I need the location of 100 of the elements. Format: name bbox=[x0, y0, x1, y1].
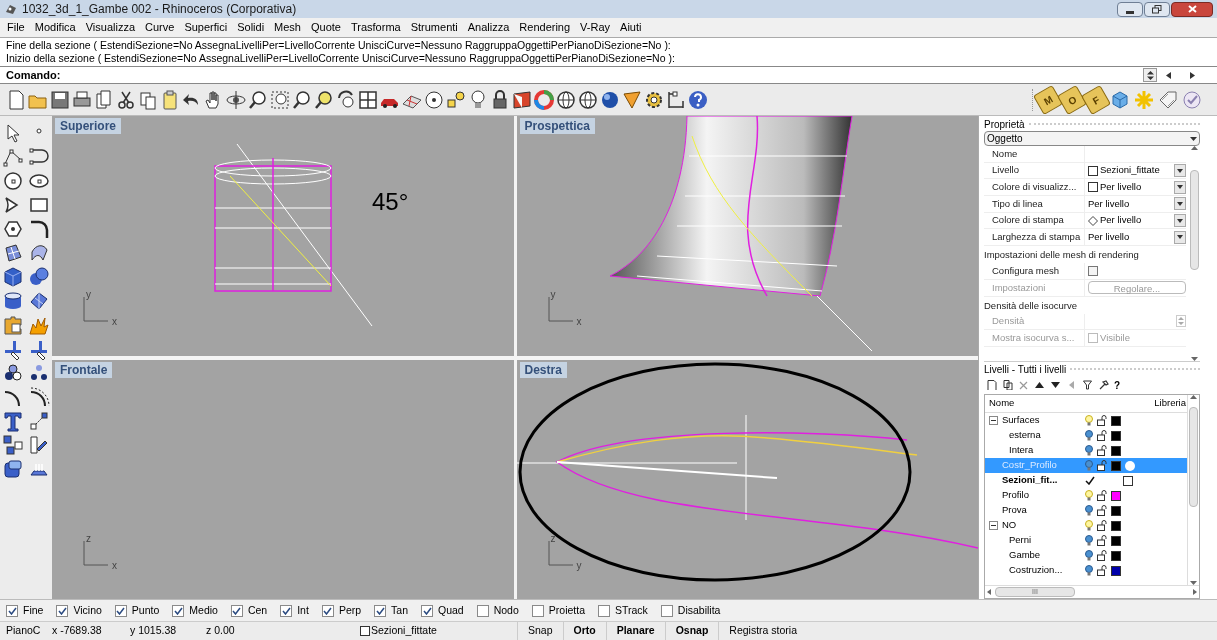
unlocked-padlock-icon[interactable] bbox=[1097, 430, 1107, 441]
control-curve-icon[interactable] bbox=[28, 146, 50, 168]
move-icon[interactable] bbox=[28, 410, 50, 432]
light-bulb-icon[interactable] bbox=[1085, 415, 1093, 426]
spheres-icon[interactable] bbox=[28, 266, 50, 288]
polyline-icon[interactable] bbox=[2, 146, 24, 168]
layer-color-swatch[interactable] bbox=[1111, 445, 1121, 456]
unlocked-padlock-icon[interactable] bbox=[1097, 565, 1107, 576]
zoom-in-icon[interactable] bbox=[291, 88, 313, 111]
menu-item[interactable]: Mesh bbox=[269, 20, 306, 35]
layer-color-swatch[interactable] bbox=[1111, 415, 1121, 426]
viewport[interactable]: Superiore y x 45° bbox=[52, 116, 514, 356]
box-solid-icon[interactable] bbox=[2, 266, 24, 288]
osnap-checkbox[interactable]: Proietta bbox=[531, 602, 589, 619]
unlocked-padlock-icon[interactable] bbox=[1097, 505, 1107, 516]
menu-item[interactable]: Curve bbox=[140, 20, 180, 35]
scrollbar[interactable] bbox=[1187, 395, 1199, 585]
mesh-surface-icon[interactable] bbox=[28, 290, 50, 312]
layer-row[interactable]: Perni bbox=[985, 533, 1187, 548]
unlocked-padlock-icon[interactable] bbox=[1097, 445, 1107, 456]
delete-button[interactable] bbox=[1018, 379, 1029, 391]
layer-row[interactable]: Surfaces bbox=[985, 413, 1187, 428]
close-button[interactable] bbox=[1171, 1, 1213, 17]
status-toggle[interactable]: Registra storia bbox=[718, 622, 808, 640]
layer-color-swatch[interactable] bbox=[1111, 430, 1121, 441]
target-circle-icon[interactable] bbox=[423, 88, 445, 111]
object-type-dropdown[interactable]: Oggetto bbox=[984, 131, 1200, 146]
checkbox[interactable] bbox=[1088, 265, 1098, 276]
layer-color-swatch[interactable] bbox=[1111, 490, 1121, 501]
menu-item[interactable]: Rendering bbox=[514, 20, 576, 35]
help-button[interactable]: ? bbox=[1114, 379, 1121, 391]
polygon-icon[interactable] bbox=[2, 218, 24, 240]
menu-item[interactable]: Strumenti bbox=[405, 20, 463, 35]
light-bulb-icon[interactable] bbox=[1085, 535, 1093, 546]
viewport[interactable]: Prospettica y x bbox=[516, 116, 978, 356]
dropdown-button[interactable] bbox=[1174, 164, 1186, 178]
split-icon[interactable] bbox=[28, 338, 50, 360]
unlocked-padlock-icon[interactable] bbox=[1097, 415, 1107, 426]
dropdown-button[interactable] bbox=[1174, 197, 1186, 211]
menu-item[interactable]: Modifica bbox=[29, 20, 81, 35]
osnap-checkbox[interactable]: Nodo bbox=[476, 602, 523, 619]
menu-item[interactable]: Visualizza bbox=[80, 20, 141, 35]
new-layer-button[interactable] bbox=[986, 379, 997, 391]
layer-color-swatch[interactable] bbox=[1111, 460, 1121, 471]
osnap-checkbox[interactable]: STrack bbox=[598, 602, 652, 619]
layer-color-swatch[interactable] bbox=[1111, 505, 1121, 516]
dropdown-button[interactable] bbox=[1174, 230, 1186, 244]
minimize-button[interactable] bbox=[1117, 1, 1143, 17]
floppy-disk-icon[interactable] bbox=[49, 88, 71, 111]
layer-row[interactable]: Profilo bbox=[985, 488, 1187, 503]
viewport[interactable]: Frontale z x bbox=[52, 359, 514, 599]
layer-row[interactable]: Sezioni_fit... bbox=[985, 473, 1187, 488]
viewport[interactable]: Destra z y bbox=[516, 359, 978, 599]
status-toggle[interactable]: Orto bbox=[562, 622, 606, 640]
status-toggle[interactable]: Snap bbox=[517, 622, 563, 640]
blocks-icon[interactable] bbox=[2, 434, 24, 456]
light-bulb-icon[interactable] bbox=[1085, 445, 1093, 456]
boolean-circles-icon[interactable] bbox=[2, 362, 24, 384]
menu-item[interactable]: Solidi bbox=[232, 20, 270, 35]
rounded-cube-icon[interactable] bbox=[2, 458, 24, 480]
unlocked-padlock-icon[interactable] bbox=[1097, 535, 1107, 546]
layer-row[interactable]: Costruzion... bbox=[985, 563, 1187, 578]
osnap-checkbox[interactable]: Fine bbox=[6, 602, 48, 619]
cone-icon[interactable] bbox=[621, 88, 643, 111]
unlocked-padlock-icon[interactable] bbox=[1097, 550, 1107, 561]
menu-item[interactable]: Quote bbox=[306, 20, 346, 35]
layer-color-swatch[interactable] bbox=[1111, 565, 1121, 576]
current-layer-button[interactable]: Sezioni_fittate bbox=[360, 623, 510, 639]
dimension-icon[interactable] bbox=[665, 88, 687, 111]
light-bulb-icon[interactable] bbox=[1085, 520, 1093, 531]
light-bulb-icon[interactable] bbox=[1085, 550, 1093, 561]
move-up-button[interactable] bbox=[1034, 379, 1045, 391]
menu-item[interactable]: Aiuti bbox=[615, 20, 647, 35]
orbit-icon[interactable] bbox=[225, 88, 247, 111]
shaded-box-icon[interactable] bbox=[511, 88, 533, 111]
spin-button[interactable] bbox=[1143, 68, 1157, 82]
scroll-thumb[interactable] bbox=[1189, 170, 1199, 270]
layer-row[interactable]: NO bbox=[985, 518, 1187, 533]
dropdown-button[interactable] bbox=[1174, 180, 1186, 194]
layer-row[interactable]: Gambe bbox=[985, 548, 1187, 563]
menu-item[interactable]: Superfici bbox=[179, 20, 233, 35]
light-bulb-icon[interactable] bbox=[1085, 505, 1093, 516]
magnifier-icon[interactable] bbox=[313, 88, 335, 111]
wireframe-sphere-icon[interactable] bbox=[555, 88, 577, 111]
layer-row[interactable]: esterna bbox=[985, 428, 1187, 443]
four-viewports-icon[interactable] bbox=[357, 88, 379, 111]
scrollbar[interactable] bbox=[1188, 146, 1200, 361]
hammer-button[interactable] bbox=[1098, 379, 1109, 391]
osnap-checkbox[interactable]: Cen bbox=[230, 602, 272, 619]
osnap-checkbox[interactable]: Vicino bbox=[56, 602, 106, 619]
text-tool-icon[interactable] bbox=[2, 410, 24, 432]
status-toggle[interactable]: Planare bbox=[605, 622, 665, 640]
viewport-title-tab[interactable]: Prospettica bbox=[519, 118, 595, 134]
surface-patch-icon[interactable] bbox=[2, 242, 24, 264]
expand-toggle[interactable] bbox=[989, 416, 998, 425]
expand-toggle[interactable] bbox=[989, 521, 998, 530]
osnap-checkbox[interactable]: Perp bbox=[321, 602, 366, 619]
osnap-checkbox[interactable]: Int bbox=[280, 602, 313, 619]
osnap-checkbox[interactable]: Disabilita bbox=[660, 602, 725, 619]
layer-color-swatch[interactable] bbox=[1111, 520, 1121, 531]
